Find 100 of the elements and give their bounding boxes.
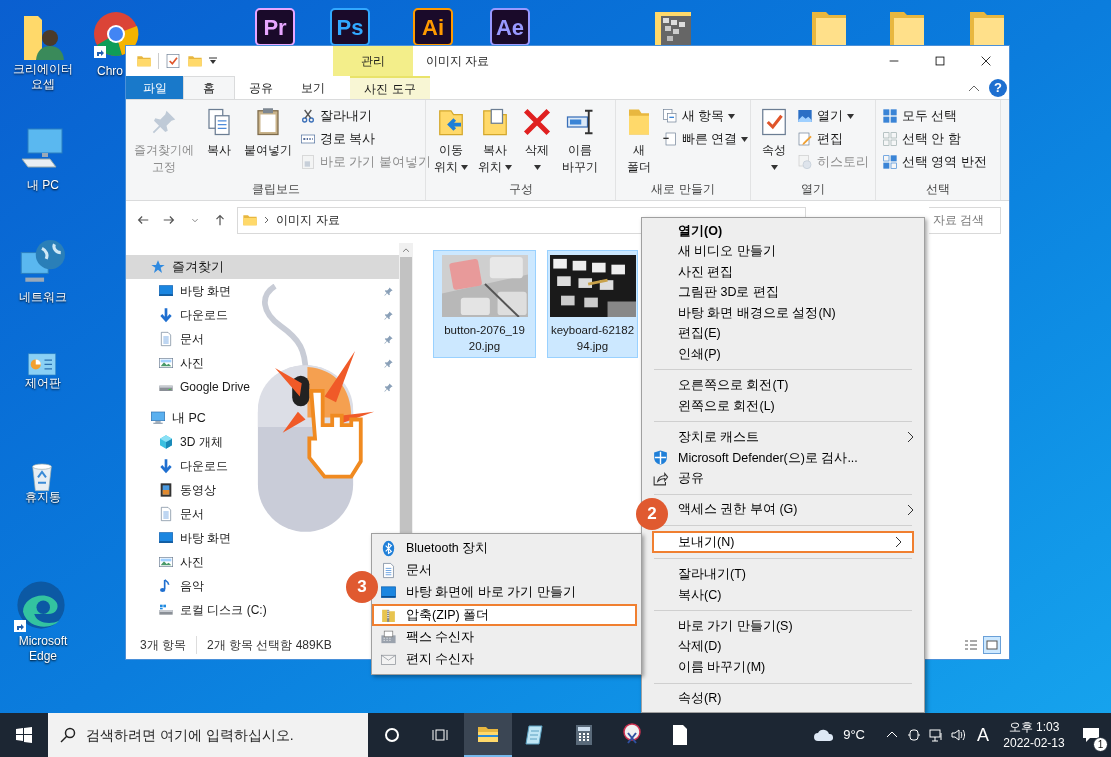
menu-item[interactable]: 삭제(D)	[678, 636, 924, 658]
menu-item[interactable]: 장치로 캐스트	[678, 427, 924, 448]
menu-item[interactable]: 사진 편집	[678, 261, 924, 283]
menu-item[interactable]: 그림판 3D로 편집	[678, 282, 924, 303]
windows-logo-icon	[16, 727, 32, 743]
clock-time[interactable]: 오후 1:03	[1008, 719, 1060, 735]
menu-item[interactable]: 팩스 수신자	[380, 626, 641, 649]
search-field[interactable]: 자료 검색	[929, 206, 1002, 234]
ribbon-tab[interactable]: 공유	[235, 76, 287, 99]
nav-item[interactable]: 바탕 화면	[158, 526, 234, 550]
menu-item[interactable]: Bluetooth 장치	[380, 537, 641, 560]
search-input[interactable]: 검색하려면 여기에 입력하십시오.	[86, 724, 368, 746]
app-icon[interactable]: Ae	[490, 8, 530, 46]
nav-item[interactable]: 로컬 디스크 (C:)	[158, 598, 269, 622]
notification-count: 1	[1093, 737, 1108, 752]
nav-item[interactable]: 즐겨찾기	[126, 255, 399, 279]
nav-item[interactable]: Google Drive	[158, 375, 253, 399]
close-icon	[979, 54, 993, 68]
nav-item[interactable]: 다운로드	[158, 303, 230, 327]
menu-item[interactable]: 보내기(N)	[652, 531, 914, 554]
collapse-ribbon-icon[interactable]	[969, 85, 979, 91]
ribbon-button[interactable]: 잘라내기	[298, 105, 433, 127]
menu-item[interactable]: 바탕 화면 배경으로 설정(N)	[678, 302, 924, 324]
nav-item[interactable]: 내 PC	[126, 406, 210, 430]
ribbon-tab[interactable]: 파일	[126, 76, 183, 99]
network-icon[interactable]	[928, 727, 944, 743]
cloud-icon[interactable]	[813, 727, 836, 743]
menu-item[interactable]: 압축(ZIP) 폴더	[372, 603, 637, 627]
clock-date[interactable]: 2022-02-13	[1003, 735, 1065, 751]
menu-item[interactable]: 속성(R)	[678, 688, 924, 709]
menu-item[interactable]: 이름 바꾸기(M)	[678, 657, 924, 678]
ribbon-button[interactable]: 모두 선택	[880, 105, 989, 127]
ribbon-tab[interactable]: 보기	[287, 76, 339, 99]
folder-icon[interactable]	[812, 12, 846, 45]
menu-item[interactable]: 바탕 화면에 바로 가기 만들기	[380, 581, 641, 604]
nav-item[interactable]: 문서	[158, 327, 206, 351]
icon-label: 제어판	[25, 376, 61, 391]
ribbon-button[interactable]: 새 폴더	[620, 104, 658, 176]
input-method-indicator[interactable]: A	[977, 721, 989, 749]
menu-item[interactable]: 인쇄(P)	[678, 343, 924, 365]
menu-item[interactable]: 왼쪽으로 회전(L)	[678, 395, 924, 417]
group-label: 선택	[925, 181, 951, 198]
folder-icon[interactable]	[970, 12, 1004, 45]
temperature[interactable]: 9°C	[843, 725, 865, 745]
star-icon	[150, 259, 166, 275]
ribbon-tab[interactable]: 홈	[183, 76, 235, 99]
nav-item[interactable]: 바탕 화면	[158, 279, 234, 303]
ribbon-button[interactable]: 삭제	[518, 104, 556, 170]
history-icon	[797, 154, 813, 170]
folder-icon[interactable]	[890, 12, 924, 45]
menu-item[interactable]: 잘라내기(T)	[678, 564, 924, 585]
nav-item[interactable]: 사진	[158, 550, 206, 574]
ribbon-button[interactable]: 속성	[755, 104, 793, 170]
ribbon-button[interactable]: 편집	[795, 128, 871, 150]
file-item[interactable]: button-2076_19 20.jpg	[433, 250, 536, 358]
menu-item[interactable]: 편지 수신자	[380, 648, 641, 671]
ribbon-tab[interactable]: 사진 도구	[350, 76, 430, 99]
ribbon-button[interactable]: 열기	[795, 105, 871, 127]
menu-item[interactable]: 오른쪽으로 회전(T)	[678, 375, 924, 396]
nav-item[interactable]: 음악	[158, 574, 206, 598]
document-icon	[158, 331, 174, 347]
nav-item[interactable]: 사진	[158, 351, 206, 375]
nav-item[interactable]: 동영상	[158, 478, 218, 502]
menu-item[interactable]: Microsoft Defender(으)로 검사...	[652, 447, 924, 469]
volume-icon[interactable]	[950, 727, 966, 743]
ribbon-button[interactable]: 새 항목	[660, 105, 751, 127]
taskbar-search-bar[interactable]: 검색하려면 여기에 입력하십시오.	[48, 713, 368, 757]
ribbon-button[interactable]: 선택 영역 반전	[880, 151, 989, 173]
notification-button[interactable]: 1	[1071, 713, 1111, 757]
nav-item[interactable]: 다운로드	[158, 454, 230, 478]
group-label: 열기	[800, 181, 826, 198]
app-icon[interactable]: Pr	[255, 8, 295, 46]
ribbon-button[interactable]: 복사 위치	[474, 104, 516, 176]
menu-item[interactable]: 액세스 권한 부여 (G)	[678, 499, 924, 521]
ribbon-button[interactable]: 선택 안 함	[880, 128, 989, 150]
large-icons-view-icon[interactable]	[983, 636, 1001, 654]
nav-item[interactable]: 문서	[158, 502, 206, 526]
ribbon-button[interactable]: 이름 바꾸기	[558, 104, 602, 176]
app-icon[interactable]: Ai	[413, 8, 453, 46]
ribbon-button[interactable]: 붙여넣기	[240, 104, 296, 159]
customize-dropdown-icon[interactable]	[209, 57, 217, 65]
menu-item[interactable]: 바로 가기 만들기(S)	[678, 616, 924, 637]
app-icon[interactable]: Ps	[330, 8, 370, 46]
menu-item[interactable]: 복사(C)	[678, 584, 924, 606]
menu-item[interactable]: 문서	[380, 559, 641, 582]
group-label: 구성	[507, 181, 534, 198]
menu-item[interactable]: 공유	[652, 468, 924, 489]
menu-item[interactable]: 새 비디오 만들기	[678, 241, 924, 262]
ribbon-button[interactable]: 경로 복사	[298, 128, 433, 150]
help-button[interactable]: ?	[989, 79, 1007, 97]
icon-label: 네트워크	[19, 290, 67, 305]
ribbon-button[interactable]: 이동 위치	[430, 104, 472, 176]
ribbon-button[interactable]: 복사	[200, 104, 238, 159]
invert-selection-icon	[882, 154, 898, 170]
menu-item[interactable]: 편집(E)	[678, 323, 924, 344]
taskbar-app-button[interactable]	[464, 713, 512, 757]
ribbon-button[interactable]: 빠른 연결	[660, 128, 751, 150]
nav-item[interactable]: 3D 개체	[158, 430, 225, 454]
file-item[interactable]: keyboard-62182 94.jpg	[547, 250, 638, 358]
photo-icon	[158, 554, 174, 570]
